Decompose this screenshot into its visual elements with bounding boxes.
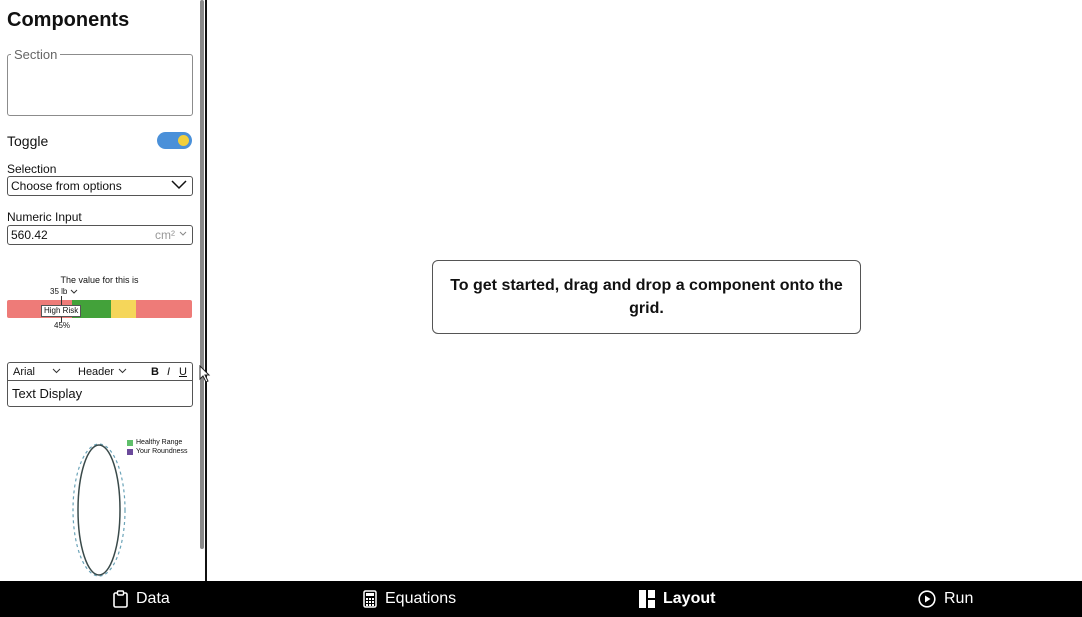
font-selector[interactable]: Arial [13, 366, 35, 378]
your-roundness-ellipse [77, 444, 121, 576]
risk-bar [7, 300, 192, 318]
unit-selector[interactable]: cm² [155, 228, 175, 242]
roundness-chart [72, 443, 126, 577]
numeric-input-value: 560.42 [11, 228, 48, 242]
toggle-label: Toggle [7, 133, 49, 149]
layout-icon [639, 590, 655, 608]
selection-label: Selection [7, 162, 57, 176]
selection-dropdown[interactable]: Choose from options [7, 176, 193, 196]
mouse-cursor-icon [199, 365, 211, 383]
nav-layout-label: Layout [663, 590, 716, 607]
text-display-field[interactable]: Text Display [7, 380, 193, 407]
text-toolbar: Arial Header B I U [7, 362, 193, 381]
nav-equations[interactable]: Equations [363, 581, 456, 617]
healthy-range-ellipse [72, 443, 126, 577]
nav-data-label: Data [136, 590, 170, 607]
numeric-input[interactable]: 560.42 cm² [7, 225, 193, 245]
chevron-down-icon [118, 368, 127, 374]
risk-segment-high-right [136, 300, 192, 318]
risk-value-label: 35 lb [50, 287, 68, 296]
roundness-legend: Healthy Range Your Roundness [127, 439, 188, 457]
sidebar-scrollbar[interactable] [200, 0, 204, 549]
nav-run-label: Run [944, 590, 974, 607]
numeric-input-label: Numeric Input [7, 210, 82, 224]
nav-run[interactable]: Run [918, 581, 973, 617]
play-circle-icon [918, 590, 936, 608]
bottom-nav: Data Equations Layout Run [0, 581, 1082, 617]
selection-value: Choose from options [11, 179, 122, 193]
calculator-icon [363, 590, 377, 608]
legend-item-roundness: Your Roundness [127, 448, 188, 455]
sidebar-title: Components [7, 9, 130, 31]
legend-label-roundness: Your Roundness [136, 448, 188, 455]
risk-badge: High Risk [41, 305, 82, 317]
nav-layout[interactable]: Layout [639, 581, 715, 617]
chevron-down-icon [179, 231, 187, 236]
nav-data[interactable]: Data [113, 581, 170, 617]
empty-grid-prompt-text: To get started, drag and drop a componen… [450, 277, 843, 317]
layout-grid[interactable]: To get started, drag and drop a componen… [207, 0, 1082, 581]
toggle-knob [178, 135, 189, 146]
components-sidebar: Components Section Toggle Selection Choo… [0, 0, 199, 581]
nav-equations-label: Equations [385, 590, 457, 607]
empty-grid-prompt: To get started, drag and drop a componen… [432, 260, 861, 334]
clipboard-icon [113, 590, 128, 608]
risk-caption: The value for this is [60, 275, 139, 285]
text-display-value: Text Display [12, 386, 83, 401]
risk-percent-label: 45% [54, 321, 71, 330]
chevron-down-icon [70, 289, 78, 294]
style-selector[interactable]: Header [78, 366, 114, 378]
italic-button[interactable]: I [167, 366, 170, 378]
section-legend: Section [11, 47, 61, 62]
legend-label-healthy: Healthy Range [136, 439, 183, 446]
chevron-down-icon [52, 368, 61, 374]
legend-item-healthy: Healthy Range [127, 439, 188, 446]
risk-segment-moderate [110, 300, 137, 318]
bold-button[interactable]: B [151, 366, 159, 378]
toggle-switch[interactable] [157, 132, 192, 149]
chevron-down-icon [171, 180, 187, 190]
section-component[interactable] [7, 54, 193, 116]
underline-button[interactable]: U [179, 366, 187, 378]
